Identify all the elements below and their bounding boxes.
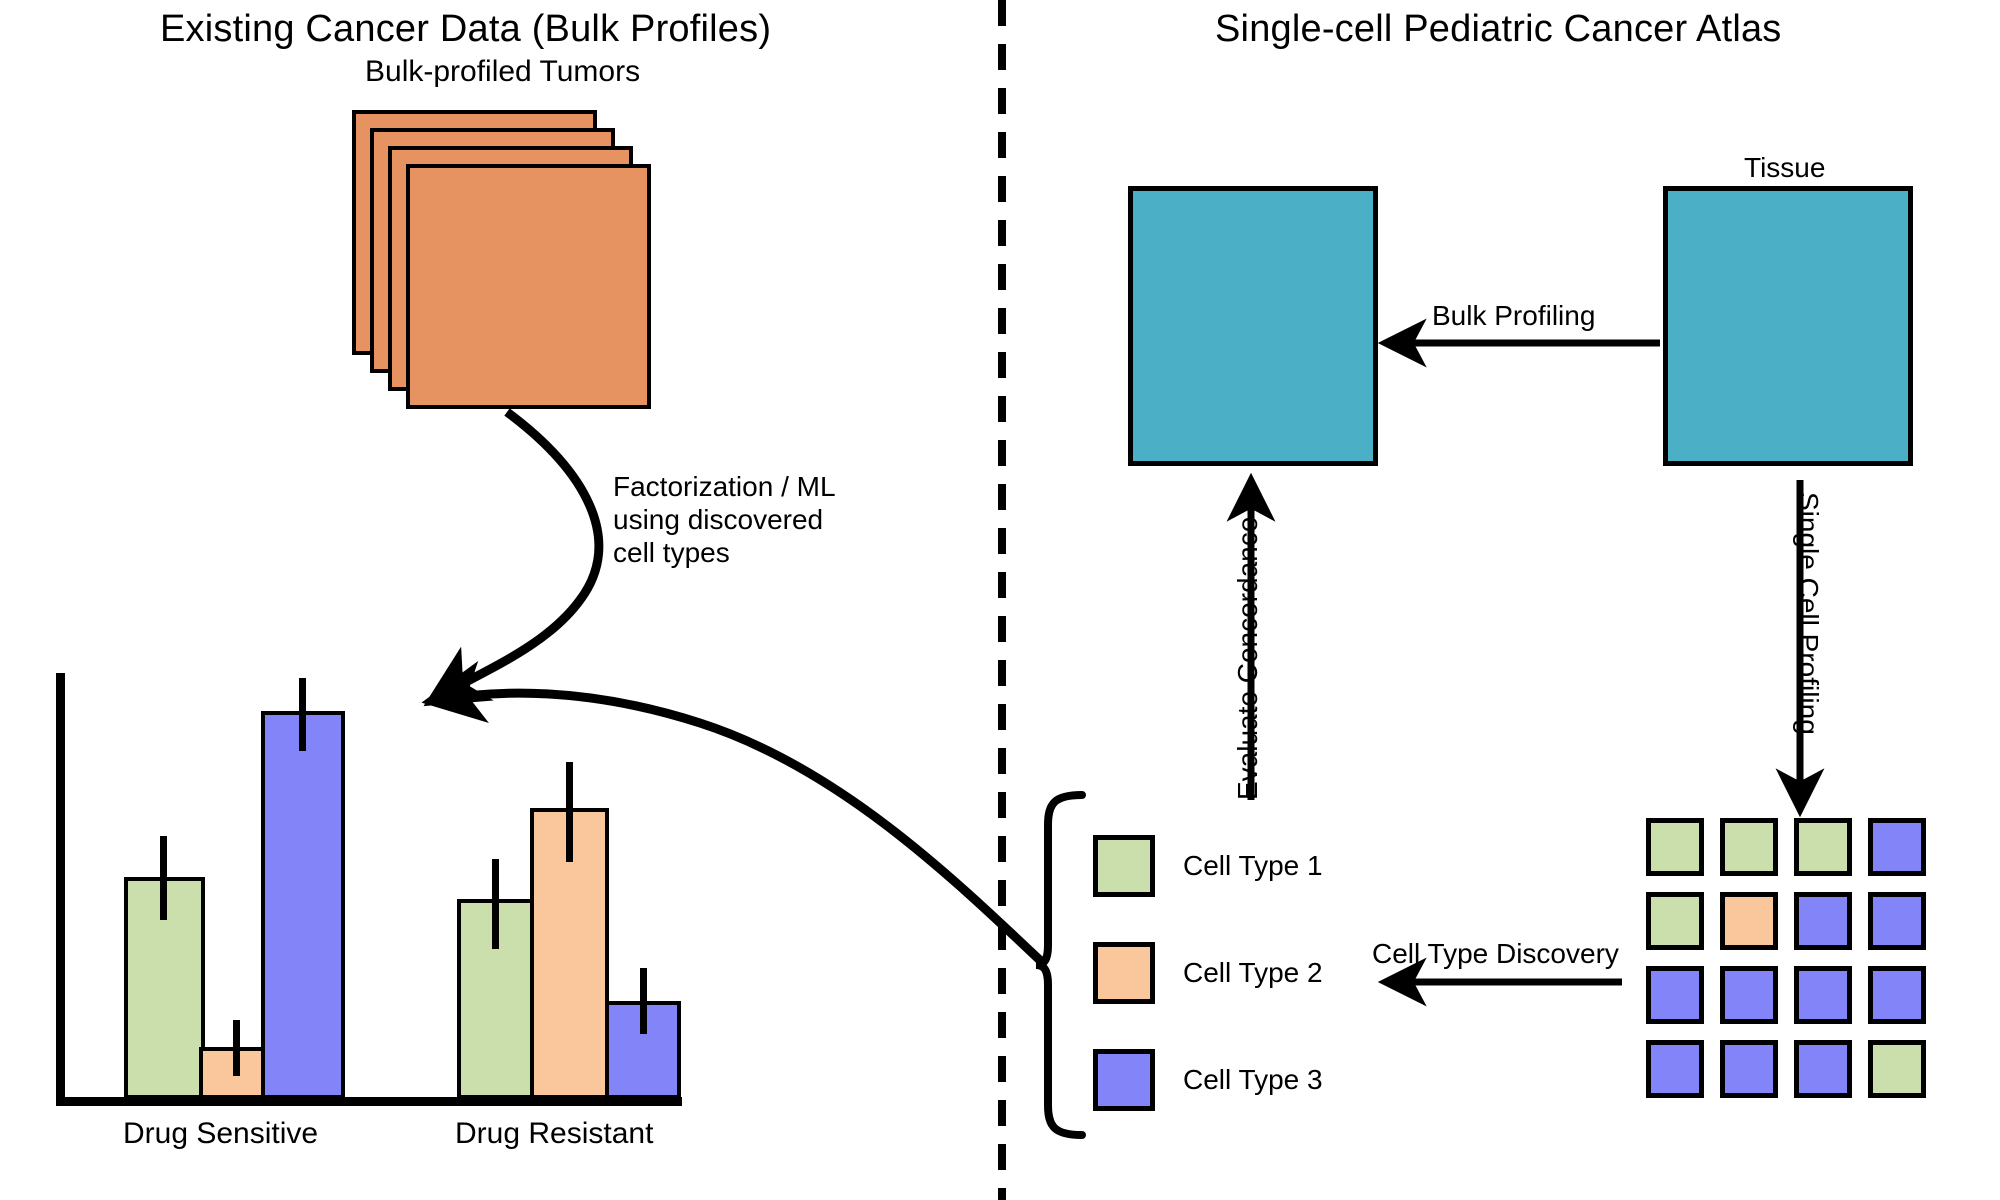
evaluate-concordance-label: Evaluate Concordance [1232, 516, 1263, 800]
cell-grid-square [1794, 818, 1852, 876]
cell-grid-square [1794, 1040, 1852, 1098]
cell-grid-square [1794, 892, 1852, 950]
legend-swatch-celltype1 [1093, 835, 1155, 897]
cell-grid-square [1868, 966, 1926, 1024]
legend-label-celltype2: Cell Type 2 [1183, 957, 1323, 988]
cell-type-discovery-label: Cell Type Discovery [1372, 938, 1619, 969]
cell-grid-square [1794, 966, 1852, 1024]
legend-swatch-celltype2 [1093, 942, 1155, 1004]
cell-grid-square [1646, 1040, 1704, 1098]
single-cell-grid [1646, 818, 1926, 1098]
legend-label-celltype1: Cell Type 1 [1183, 850, 1323, 881]
cell-grid-square [1720, 892, 1778, 950]
cell-grid-square [1868, 1040, 1926, 1098]
cell-grid-square [1868, 892, 1926, 950]
single-cell-profiling-label: Single Cell Profiling [1793, 492, 1824, 735]
cell-grid-square [1646, 818, 1704, 876]
cell-grid-square [1868, 818, 1926, 876]
legend-swatch-celltype3 [1093, 1049, 1155, 1111]
cell-grid-square [1646, 892, 1704, 950]
cell-grid-square [1720, 966, 1778, 1024]
legend-label-celltype3: Cell Type 3 [1183, 1064, 1323, 1095]
bulk-profiling-label: Bulk Profiling [1432, 300, 1596, 331]
diagram-canvas: Existing Cancer Data (Bulk Profiles) Sin… [0, 0, 2000, 1200]
cell-grid-square [1720, 1040, 1778, 1098]
cell-grid-square [1646, 966, 1704, 1024]
cell-grid-square [1720, 818, 1778, 876]
legend-brace [1035, 791, 1086, 1139]
